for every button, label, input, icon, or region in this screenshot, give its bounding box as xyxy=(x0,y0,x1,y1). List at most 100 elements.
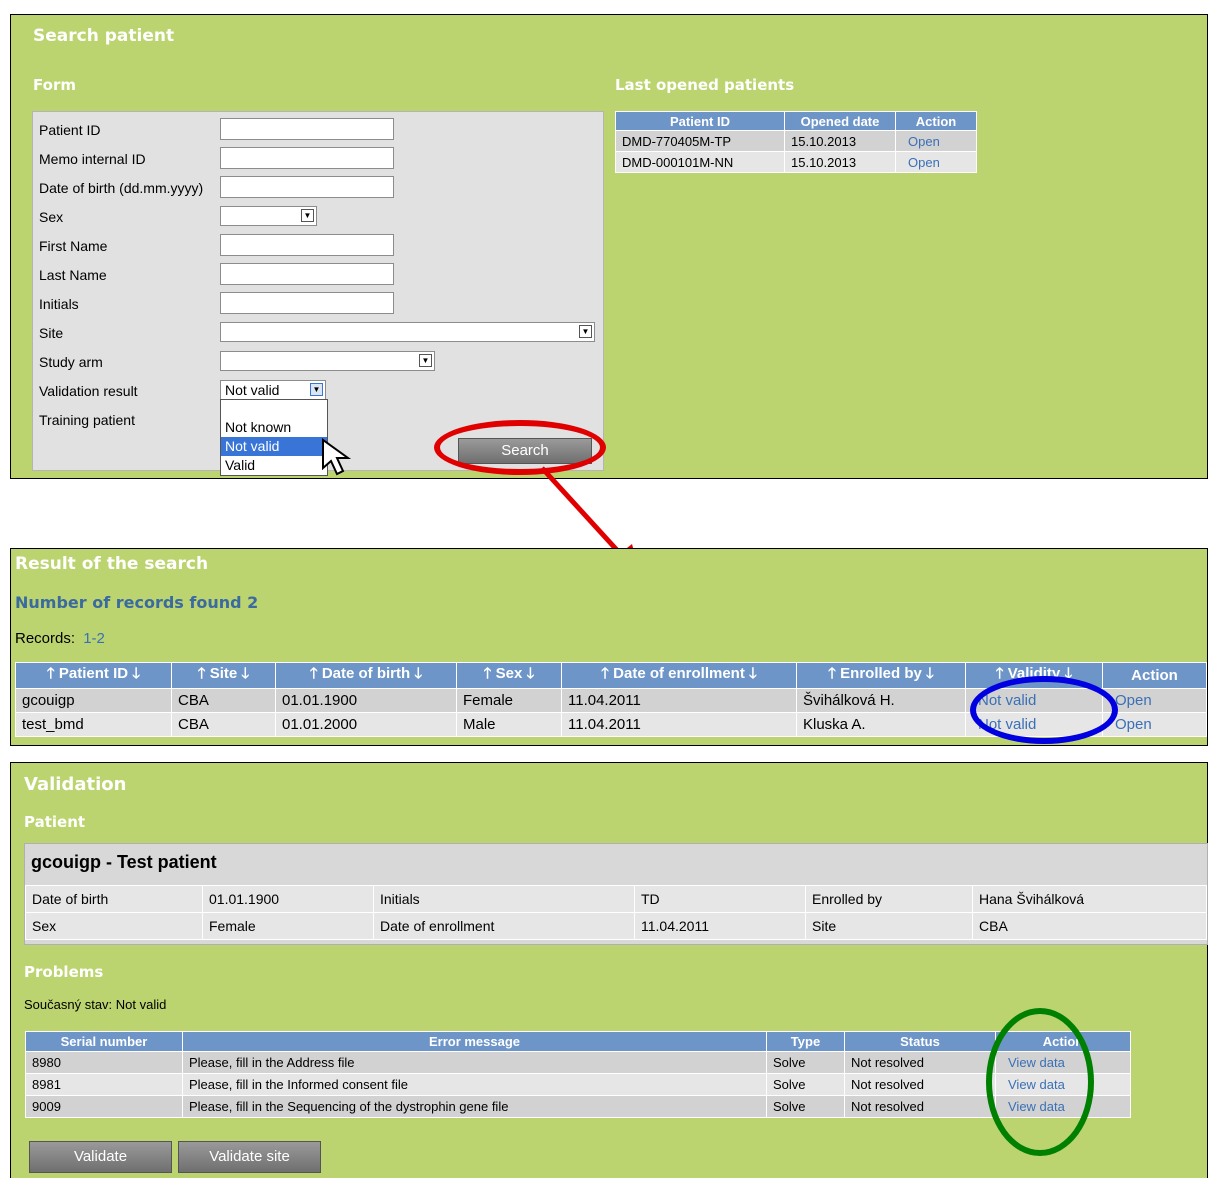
form-heading: Form xyxy=(33,76,76,94)
validation-title: Validation xyxy=(24,774,127,795)
cell: 9009 xyxy=(25,1095,183,1118)
sort-header-patient-id[interactable]: 🡑 Patient ID 🡓 xyxy=(15,662,172,689)
cell: Not resolved xyxy=(844,1073,996,1096)
cell: 8980 xyxy=(25,1051,183,1074)
sort-header-site[interactable]: 🡑 Site 🡓 xyxy=(171,662,276,689)
label-memo-id: Memo internal ID xyxy=(39,151,146,167)
cell: 8981 xyxy=(25,1073,183,1096)
table-row: 8981 Please, fill in the Informed consen… xyxy=(25,1073,1131,1096)
site-select[interactable]: ▼ xyxy=(220,322,595,342)
cell: DMD-770405M-TP xyxy=(615,130,785,152)
cell-site: CBA xyxy=(171,688,276,713)
label-initials: Initials xyxy=(39,296,79,312)
label-last-name: Last Name xyxy=(39,267,107,283)
annotation-blue-ellipse xyxy=(970,676,1118,744)
info-label: Enrolled by xyxy=(805,885,973,913)
validation-result-value: Not valid xyxy=(225,382,280,398)
last-name-input[interactable] xyxy=(220,263,394,285)
first-name-input[interactable] xyxy=(220,234,394,256)
info-value: CBA xyxy=(972,912,1207,940)
label-dob: Date of birth (dd.mm.yyyy) xyxy=(39,180,204,196)
last-opened-table: Patient ID Opened date Action DMD-770405… xyxy=(615,111,977,173)
results-title: Result of the search xyxy=(15,554,209,574)
sort-up-icon: 🡑 xyxy=(46,665,55,682)
label-first-name: First Name xyxy=(39,238,108,254)
info-value: Hana Švihálková xyxy=(972,885,1207,913)
info-row: Date of birth 01.01.1900 Initials TD Enr… xyxy=(25,885,1207,913)
cell: Not resolved xyxy=(844,1095,996,1118)
table-row: 9009 Please, fill in the Sequencing of t… xyxy=(25,1095,1131,1118)
sort-down-icon: 🡓 xyxy=(241,665,250,682)
cell-patient-id: test_bmd xyxy=(15,712,172,737)
patient-id-input[interactable] xyxy=(220,118,394,140)
cell-dob: 01.01.1900 xyxy=(275,688,457,713)
info-label: Sex xyxy=(25,912,203,940)
current-state: Současný stav: Not valid xyxy=(24,997,167,1012)
cell: Not resolved xyxy=(844,1051,996,1074)
validate-site-button[interactable]: Validate site xyxy=(178,1141,321,1173)
label-sex: Sex xyxy=(39,209,64,225)
mouse-cursor-icon xyxy=(322,438,352,476)
sex-select[interactable]: ▼ xyxy=(220,206,317,226)
open-link[interactable]: Open xyxy=(1102,712,1207,737)
info-row: Sex Female Date of enrollment 11.04.2011… xyxy=(25,912,1207,940)
cell: 15.10.2013 xyxy=(784,130,896,152)
sort-down-icon: 🡓 xyxy=(926,665,934,682)
sort-up-icon: 🡑 xyxy=(828,665,836,682)
col-header: Status xyxy=(844,1031,996,1052)
info-value: 01.01.1900 xyxy=(202,885,374,913)
info-label: Site xyxy=(805,912,973,940)
open-link[interactable]: Open xyxy=(895,130,977,152)
col-header: Type xyxy=(766,1031,845,1052)
sort-header-sex[interactable]: 🡑 Sex 🡓 xyxy=(456,662,562,689)
open-link[interactable]: Open xyxy=(895,151,977,173)
col-header: Opened date xyxy=(784,111,896,131)
study-arm-select[interactable]: ▼ xyxy=(220,351,435,371)
col-header-action: Action xyxy=(1102,662,1207,689)
records-range-link[interactable]: 1-2 xyxy=(83,630,105,647)
cell-enrolled-by: Švihálková H. xyxy=(796,688,966,713)
label-patient-id: Patient ID xyxy=(39,122,101,138)
cell: 15.10.2013 xyxy=(784,151,896,173)
table-row: 8980 Please, fill in the Address file So… xyxy=(25,1051,1131,1074)
open-link[interactable]: Open xyxy=(1102,688,1207,713)
sort-header-enrolled-by[interactable]: 🡑 Enrolled by 🡓 xyxy=(796,662,966,689)
dob-input[interactable] xyxy=(220,176,394,198)
cell-enrolled-by: Kluska A. xyxy=(796,712,966,737)
patient-heading: Patient xyxy=(24,813,86,831)
validation-result-select[interactable]: Not valid ▼ xyxy=(220,380,326,400)
search-patient-panel: Search patient Form Patient ID Memo inte… xyxy=(10,14,1208,479)
sort-down-icon: 🡓 xyxy=(132,665,141,682)
option-not-valid[interactable]: Not valid xyxy=(221,437,327,456)
memo-id-input[interactable] xyxy=(220,147,394,169)
sort-header-enrollment[interactable]: 🡑 Date of enrollment 🡓 xyxy=(561,662,797,689)
info-label: Date of enrollment xyxy=(373,912,635,940)
cell: Solve xyxy=(766,1051,845,1074)
search-form: Patient ID Memo internal ID Date of birt… xyxy=(32,111,604,476)
validation-result-dropdown: Not known Not valid Valid xyxy=(220,399,328,476)
chevron-down-icon: ▼ xyxy=(301,209,314,222)
option-not-known[interactable]: Not known xyxy=(221,418,327,437)
info-value: 11.04.2011 xyxy=(634,912,806,940)
sort-down-icon: 🡓 xyxy=(414,665,423,682)
option-valid[interactable]: Valid xyxy=(221,456,327,475)
table-row: DMD-000101M-NN 15.10.2013 Open xyxy=(615,151,977,173)
initials-input[interactable] xyxy=(220,292,394,314)
cell-site: CBA xyxy=(171,712,276,737)
sort-down-icon: 🡓 xyxy=(526,665,535,682)
cell-enrollment: 11.04.2011 xyxy=(561,688,797,713)
sort-header-dob[interactable]: 🡑 Date of birth 🡓 xyxy=(275,662,457,689)
validate-button[interactable]: Validate xyxy=(29,1141,172,1173)
cell-enrollment: 11.04.2011 xyxy=(561,712,797,737)
patient-name: gcouigp - Test patient xyxy=(31,852,217,872)
col-header: Serial number xyxy=(25,1031,183,1052)
search-panel-title: Search patient xyxy=(33,26,175,46)
cell-patient-id: gcouigp xyxy=(15,688,172,713)
label-study-arm: Study arm xyxy=(39,354,103,370)
annotation-green-ellipse xyxy=(986,1008,1094,1156)
sort-up-icon: 🡑 xyxy=(601,665,609,682)
info-label: Initials xyxy=(373,885,635,913)
patient-info-table: Date of birth 01.01.1900 Initials TD Enr… xyxy=(25,885,1207,940)
chevron-down-icon: ▼ xyxy=(579,325,592,338)
cell: Please, fill in the Sequencing of the dy… xyxy=(182,1095,767,1118)
